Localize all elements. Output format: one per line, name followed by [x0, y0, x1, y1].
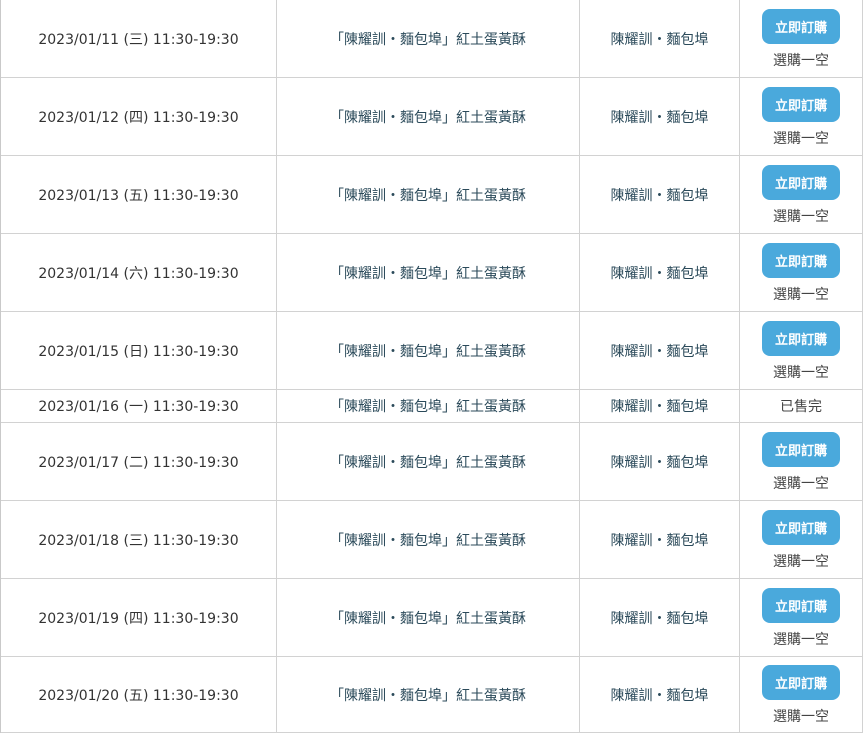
action-cell: 已售完: [740, 390, 863, 422]
status-text: 選購一空: [773, 131, 829, 147]
product-cell: 「陳耀訓・麵包埠」紅土蛋黃酥: [277, 501, 580, 578]
status-text: 選購一空: [773, 554, 829, 570]
product-cell: 「陳耀訓・麵包埠」紅土蛋黃酥: [277, 78, 580, 155]
status-text: 選購一空: [773, 53, 829, 69]
vendor-cell: 陳耀訓・麵包埠: [580, 501, 740, 578]
vendor-cell: 陳耀訓・麵包埠: [580, 234, 740, 311]
date-cell: 2023/01/19 (四) 11:30-19:30: [1, 579, 277, 656]
vendor-cell: 陳耀訓・麵包埠: [580, 657, 740, 732]
order-now-button[interactable]: 立即訂購: [762, 9, 840, 44]
table-row: 2023/01/17 (二) 11:30-19:30 「陳耀訓・麵包埠」紅土蛋黃…: [1, 423, 863, 501]
vendor-cell: 陳耀訓・麵包埠: [580, 312, 740, 389]
action-cell: 立即訂購 選購一空: [740, 0, 863, 77]
table-row: 2023/01/14 (六) 11:30-19:30 「陳耀訓・麵包埠」紅土蛋黃…: [1, 234, 863, 312]
date-cell: 2023/01/17 (二) 11:30-19:30: [1, 423, 277, 500]
table-row: 2023/01/16 (一) 11:30-19:30 「陳耀訓・麵包埠」紅土蛋黃…: [1, 390, 863, 423]
order-now-button[interactable]: 立即訂購: [762, 510, 840, 545]
status-text: 選購一空: [773, 365, 829, 381]
table-row: 2023/01/13 (五) 11:30-19:30 「陳耀訓・麵包埠」紅土蛋黃…: [1, 156, 863, 234]
action-cell: 立即訂購 選購一空: [740, 501, 863, 578]
table-row: 2023/01/19 (四) 11:30-19:30 「陳耀訓・麵包埠」紅土蛋黃…: [1, 579, 863, 657]
date-cell: 2023/01/20 (五) 11:30-19:30: [1, 657, 277, 732]
status-text: 選購一空: [773, 287, 829, 303]
status-text: 選購一空: [773, 709, 829, 725]
order-now-button[interactable]: 立即訂購: [762, 243, 840, 278]
schedule-table: 2023/01/11 (三) 11:30-19:30 「陳耀訓・麵包埠」紅土蛋黃…: [0, 0, 863, 733]
vendor-cell: 陳耀訓・麵包埠: [580, 579, 740, 656]
action-cell: 立即訂購 選購一空: [740, 156, 863, 233]
table-row: 2023/01/20 (五) 11:30-19:30 「陳耀訓・麵包埠」紅土蛋黃…: [1, 657, 863, 733]
order-now-button[interactable]: 立即訂購: [762, 321, 840, 356]
action-cell: 立即訂購 選購一空: [740, 579, 863, 656]
date-cell: 2023/01/13 (五) 11:30-19:30: [1, 156, 277, 233]
action-cell: 立即訂購 選購一空: [740, 78, 863, 155]
product-cell: 「陳耀訓・麵包埠」紅土蛋黃酥: [277, 579, 580, 656]
table-row: 2023/01/15 (日) 11:30-19:30 「陳耀訓・麵包埠」紅土蛋黃…: [1, 312, 863, 390]
table-row: 2023/01/12 (四) 11:30-19:30 「陳耀訓・麵包埠」紅土蛋黃…: [1, 78, 863, 156]
date-cell: 2023/01/12 (四) 11:30-19:30: [1, 78, 277, 155]
vendor-cell: 陳耀訓・麵包埠: [580, 390, 740, 422]
action-cell: 立即訂購 選購一空: [740, 657, 863, 732]
status-text: 選購一空: [773, 632, 829, 648]
product-cell: 「陳耀訓・麵包埠」紅土蛋黃酥: [277, 657, 580, 732]
date-cell: 2023/01/14 (六) 11:30-19:30: [1, 234, 277, 311]
order-now-button[interactable]: 立即訂購: [762, 588, 840, 623]
product-cell: 「陳耀訓・麵包埠」紅土蛋黃酥: [277, 0, 580, 77]
vendor-cell: 陳耀訓・麵包埠: [580, 78, 740, 155]
vendor-cell: 陳耀訓・麵包埠: [580, 0, 740, 77]
date-cell: 2023/01/18 (三) 11:30-19:30: [1, 501, 277, 578]
product-cell: 「陳耀訓・麵包埠」紅土蛋黃酥: [277, 390, 580, 422]
action-cell: 立即訂購 選購一空: [740, 312, 863, 389]
sold-out-label: 已售完: [780, 399, 822, 415]
vendor-cell: 陳耀訓・麵包埠: [580, 156, 740, 233]
product-cell: 「陳耀訓・麵包埠」紅土蛋黃酥: [277, 234, 580, 311]
date-cell: 2023/01/15 (日) 11:30-19:30: [1, 312, 277, 389]
product-cell: 「陳耀訓・麵包埠」紅土蛋黃酥: [277, 423, 580, 500]
date-cell: 2023/01/16 (一) 11:30-19:30: [1, 390, 277, 422]
action-cell: 立即訂購 選購一空: [740, 234, 863, 311]
order-now-button[interactable]: 立即訂購: [762, 665, 840, 700]
vendor-cell: 陳耀訓・麵包埠: [580, 423, 740, 500]
status-text: 選購一空: [773, 209, 829, 225]
order-now-button[interactable]: 立即訂購: [762, 165, 840, 200]
product-cell: 「陳耀訓・麵包埠」紅土蛋黃酥: [277, 312, 580, 389]
status-text: 選購一空: [773, 476, 829, 492]
table-row: 2023/01/11 (三) 11:30-19:30 「陳耀訓・麵包埠」紅土蛋黃…: [1, 0, 863, 78]
order-now-button[interactable]: 立即訂購: [762, 432, 840, 467]
product-cell: 「陳耀訓・麵包埠」紅土蛋黃酥: [277, 156, 580, 233]
date-cell: 2023/01/11 (三) 11:30-19:30: [1, 0, 277, 77]
action-cell: 立即訂購 選購一空: [740, 423, 863, 500]
order-now-button[interactable]: 立即訂購: [762, 87, 840, 122]
table-row: 2023/01/18 (三) 11:30-19:30 「陳耀訓・麵包埠」紅土蛋黃…: [1, 501, 863, 579]
